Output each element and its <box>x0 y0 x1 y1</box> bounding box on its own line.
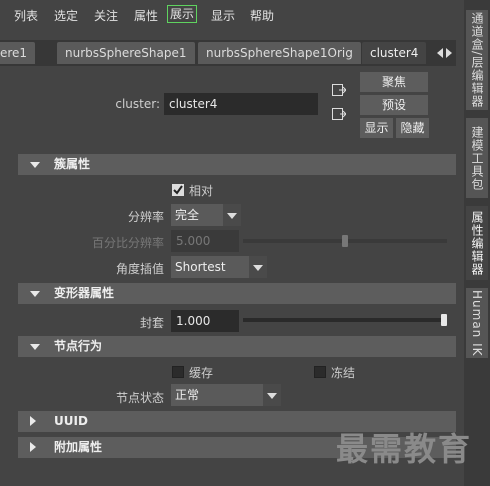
caching-label: 缓存 <box>189 366 214 380</box>
caching-checkbox[interactable] <box>172 366 184 378</box>
menu-list[interactable]: 列表 <box>14 7 38 24</box>
envelope-label: 封套 <box>139 316 164 330</box>
node-state-value: 正常 <box>175 388 200 402</box>
chevron-down-icon <box>249 256 267 278</box>
menu-focus[interactable]: 关注 <box>94 7 118 24</box>
expand-icon <box>30 416 36 426</box>
section-title: UUID <box>54 414 88 428</box>
menu-display[interactable]: 显示 <box>211 7 235 24</box>
chevron-down-icon <box>263 384 281 406</box>
relative-checkbox[interactable] <box>172 184 184 196</box>
tab-ere1[interactable]: ere1 <box>0 42 36 64</box>
chevron-down-icon <box>223 204 241 226</box>
node-state-label: 节点状态 <box>115 391 164 405</box>
node-state-dropdown[interactable]: 正常 <box>171 384 281 406</box>
preset-button[interactable]: 预设 <box>360 95 428 115</box>
resolution-label: 分辨率 <box>127 210 164 224</box>
tab-cluster4[interactable]: cluster4 <box>362 42 427 64</box>
collapse-icon <box>30 344 40 350</box>
tab-scroll-right-icon[interactable] <box>446 48 452 58</box>
menu-help[interactable]: 帮助 <box>250 7 274 24</box>
section-title: 节点行为 <box>54 339 103 353</box>
menu-show-active[interactable]: 展示 <box>167 5 198 23</box>
watermark: 最需教育 <box>336 430 473 468</box>
resolution-value: 完全 <box>175 208 200 222</box>
envelope-field[interactable]: 1.000 <box>171 310 239 332</box>
menu-bar: 列表 选定 关注 属性 展示 显示 帮助 <box>0 0 464 30</box>
percent-resolution-label: 百分比分辨率 <box>91 236 164 250</box>
relative-label: 相对 <box>189 184 214 198</box>
collapse-icon <box>30 162 40 168</box>
section-cluster-attributes[interactable]: 簇属性 <box>18 154 456 175</box>
hide-button[interactable]: 隐藏 <box>396 118 429 138</box>
angle-interp-dropdown[interactable]: Shortest <box>171 256 267 278</box>
node-type-label: cluster: <box>115 97 160 111</box>
percent-slider-handle <box>342 235 348 247</box>
section-title: 变形器属性 <box>54 286 115 300</box>
menu-select[interactable]: 选定 <box>54 7 78 24</box>
frozen-label: 冻结 <box>331 366 356 380</box>
frozen-checkbox[interactable] <box>314 366 326 378</box>
load-selected-icon[interactable] <box>332 84 347 96</box>
percent-resolution-field: 5.000 <box>171 230 239 252</box>
side-tab-strip: 通道盒/层编辑器 建模工具包 属性编辑器 Human IK <box>464 0 490 486</box>
tab-nurbs-sphere-shape1[interactable]: nurbsSphereShape1 <box>57 42 195 64</box>
expand-icon <box>30 442 36 452</box>
side-tab-channel-box[interactable]: 通道盒/层编辑器 <box>466 10 488 110</box>
envelope-slider-handle[interactable] <box>441 314 447 326</box>
section-title: 簇属性 <box>54 157 91 171</box>
section-deformer-attributes[interactable]: 变形器属性 <box>18 283 456 304</box>
section-title: 附加属性 <box>54 440 103 454</box>
copy-tab-icon[interactable] <box>332 108 347 120</box>
side-tab-human-ik[interactable]: Human IK <box>466 288 488 358</box>
resolution-dropdown[interactable]: 完全 <box>171 204 241 226</box>
section-node-behavior[interactable]: 节点行为 <box>18 336 456 357</box>
angle-interp-label: 角度插值 <box>115 262 164 276</box>
node-name-field[interactable]: cluster4 <box>164 93 318 115</box>
angle-interp-value: Shortest <box>175 260 226 274</box>
menu-attributes[interactable]: 属性 <box>134 7 158 24</box>
side-tab-attribute-editor[interactable]: 属性编辑器 <box>466 206 488 280</box>
checkmark-icon <box>173 185 183 195</box>
tab-scroll-left-icon[interactable] <box>437 48 443 58</box>
side-tab-modeling-toolkit[interactable]: 建模工具包 <box>466 118 488 198</box>
tab-nurbs-sphere-shape1-orig[interactable]: nurbsSphereShape1Orig <box>198 42 361 64</box>
collapse-icon <box>30 291 40 297</box>
node-tab-strip: ere1 nurbsSphereShape1 nurbsSphereShape1… <box>0 40 456 66</box>
focus-button[interactable]: 聚焦 <box>360 72 428 92</box>
envelope-slider[interactable] <box>243 318 447 322</box>
show-button[interactable]: 显示 <box>360 118 393 138</box>
